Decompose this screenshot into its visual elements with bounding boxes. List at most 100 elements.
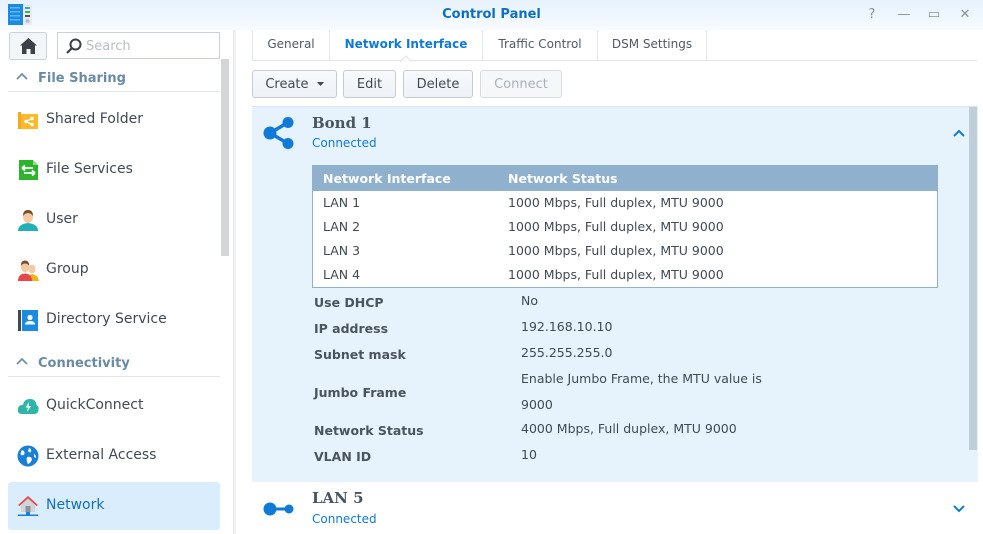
help-button[interactable]: ? bbox=[863, 6, 881, 24]
sidebar-item-network[interactable]: Network bbox=[8, 482, 220, 530]
tab-traffic-control[interactable]: Traffic Control bbox=[483, 30, 598, 60]
sidebar-item-file-services[interactable]: File Services bbox=[8, 146, 220, 194]
active-tab-caret bbox=[400, 55, 412, 62]
tab-dsm-settings[interactable]: DSM Settings bbox=[598, 30, 707, 60]
prop-label-network-status: Network Status bbox=[314, 423, 424, 438]
help-icon: ? bbox=[868, 7, 876, 22]
tab-label: General bbox=[267, 37, 315, 51]
close-button[interactable]: ✕ bbox=[956, 6, 974, 24]
prop-value-jumbo-frame: Enable Jumbo Frame, the MTU value is 900… bbox=[521, 371, 762, 412]
sidebar: File Sharing Shared Folder File Services… bbox=[0, 30, 236, 534]
network-house-icon bbox=[18, 496, 38, 516]
tab-label: Network Interface bbox=[344, 37, 468, 51]
connect-button[interactable]: Connect bbox=[480, 70, 562, 98]
interface-card-lan-5[interactable]: LAN 5 Connected bbox=[252, 483, 978, 534]
sidebar-item-label: File Services bbox=[46, 161, 133, 177]
cell-interface: LAN 1 bbox=[323, 195, 361, 210]
create-button[interactable]: Create bbox=[252, 70, 337, 98]
tab-general[interactable]: General bbox=[252, 30, 330, 60]
interface-name: LAN 5 bbox=[312, 489, 364, 507]
tab-label: Traffic Control bbox=[498, 37, 582, 51]
cell-status: 1000 Mbps, Full duplex, MTU 9000 bbox=[508, 195, 724, 210]
prop-label-subnet-mask: Subnet mask bbox=[314, 347, 406, 362]
cell-interface: LAN 3 bbox=[323, 243, 361, 258]
content-scrollbar[interactable] bbox=[969, 107, 977, 450]
table-row: LAN 1 1000 Mbps, Full duplex, MTU 9000 bbox=[313, 191, 937, 215]
group-header-file-sharing[interactable]: File Sharing bbox=[8, 64, 220, 92]
prop-value-network-status: 4000 Mbps, Full duplex, MTU 9000 bbox=[521, 421, 737, 436]
interface-status: Connected bbox=[312, 512, 377, 526]
cell-interface: LAN 2 bbox=[323, 219, 361, 234]
shared-folder-icon bbox=[18, 112, 38, 129]
column-header-network-status: Network Status bbox=[508, 171, 618, 186]
main-content: General Network Interface Traffic Contro… bbox=[236, 30, 983, 534]
close-icon: ✕ bbox=[959, 7, 971, 22]
sidebar-item-directory-service[interactable]: Directory Service bbox=[8, 296, 220, 344]
chevron-up-icon bbox=[16, 72, 28, 80]
interface-list: Bond 1 Connected Network Interface Netwo… bbox=[252, 106, 978, 534]
search-icon bbox=[66, 38, 82, 54]
interface-card-bond-1[interactable]: Bond 1 Connected Network Interface Netwo… bbox=[252, 107, 978, 482]
sidebar-item-external-access[interactable]: External Access bbox=[8, 432, 220, 480]
cell-status: 1000 Mbps, Full duplex, MTU 9000 bbox=[508, 219, 724, 234]
cell-status: 1000 Mbps, Full duplex, MTU 9000 bbox=[508, 243, 724, 258]
interface-status: Connected bbox=[312, 136, 377, 150]
interface-name: Bond 1 bbox=[312, 114, 372, 132]
tab-bar: General Network Interface Traffic Contro… bbox=[252, 30, 977, 62]
connect-label: Connect bbox=[494, 76, 548, 92]
sidebar-item-quickconnect[interactable]: QuickConnect bbox=[8, 382, 220, 430]
sidebar-item-label: External Access bbox=[46, 447, 157, 463]
maximize-button[interactable]: ▭ bbox=[925, 6, 943, 24]
user-icon bbox=[18, 210, 38, 231]
table-header: Network Interface Network Status bbox=[313, 166, 937, 191]
search-field[interactable] bbox=[57, 32, 220, 59]
prop-value-use-dhcp: No bbox=[521, 293, 538, 308]
prop-label-use-dhcp: Use DHCP bbox=[314, 295, 384, 310]
prop-value-vlan-id: 10 bbox=[521, 447, 537, 462]
sidebar-item-label: User bbox=[46, 211, 78, 227]
table-row: LAN 3 1000 Mbps, Full duplex, MTU 9000 bbox=[313, 239, 937, 263]
sidebar-scrollbar[interactable] bbox=[221, 59, 229, 256]
sidebar-item-group[interactable]: Group bbox=[8, 246, 220, 294]
group-icon bbox=[18, 260, 39, 281]
search-input[interactable] bbox=[86, 37, 211, 55]
prop-label-jumbo-frame: Jumbo Frame bbox=[314, 385, 407, 400]
window-title: Control Panel bbox=[442, 7, 541, 22]
file-services-icon bbox=[19, 160, 38, 180]
chevron-up-icon[interactable] bbox=[951, 125, 967, 141]
bond-share-icon bbox=[263, 117, 294, 149]
title-bar: Control Panel ? — ▭ ✕ bbox=[0, 0, 983, 30]
edit-button[interactable]: Edit bbox=[343, 70, 396, 98]
sidebar-item-label: QuickConnect bbox=[46, 397, 144, 413]
sidebar-item-user[interactable]: User bbox=[8, 196, 220, 244]
quickconnect-icon bbox=[17, 399, 39, 414]
cell-status: 1000 Mbps, Full duplex, MTU 9000 bbox=[508, 267, 724, 282]
home-button[interactable] bbox=[9, 32, 47, 60]
directory-service-icon bbox=[18, 310, 38, 331]
home-icon bbox=[20, 38, 37, 54]
maximize-icon: ▭ bbox=[927, 7, 941, 22]
edit-label: Edit bbox=[356, 76, 383, 92]
delete-label: Delete bbox=[416, 76, 460, 92]
sidebar-item-label: Shared Folder bbox=[46, 111, 144, 127]
cell-interface: LAN 4 bbox=[323, 267, 361, 282]
table-row: LAN 2 1000 Mbps, Full duplex, MTU 9000 bbox=[313, 215, 937, 239]
column-header-network-interface: Network Interface bbox=[323, 171, 451, 186]
minimize-icon: — bbox=[897, 7, 911, 22]
group-label: Connectivity bbox=[38, 356, 130, 371]
globe-icon bbox=[17, 445, 39, 467]
create-label: Create bbox=[265, 76, 309, 92]
chevron-up-icon bbox=[16, 357, 28, 365]
dropdown-caret-icon bbox=[316, 82, 324, 86]
sidebar-item-shared-folder[interactable]: Shared Folder bbox=[8, 96, 220, 144]
group-header-connectivity[interactable]: Connectivity bbox=[8, 349, 220, 377]
minimize-button[interactable]: — bbox=[895, 6, 913, 24]
delete-button[interactable]: Delete bbox=[403, 70, 473, 98]
prop-label-ip-address: IP address bbox=[314, 321, 389, 336]
member-interfaces-table: Network Interface Network Status LAN 1 1… bbox=[312, 165, 938, 288]
tab-label: DSM Settings bbox=[611, 37, 693, 51]
sidebar-item-label: Directory Service bbox=[46, 311, 167, 327]
chevron-down-icon[interactable] bbox=[951, 501, 967, 517]
sidebar-item-label: Network bbox=[46, 497, 105, 513]
sidebar-item-label: Group bbox=[46, 261, 89, 277]
